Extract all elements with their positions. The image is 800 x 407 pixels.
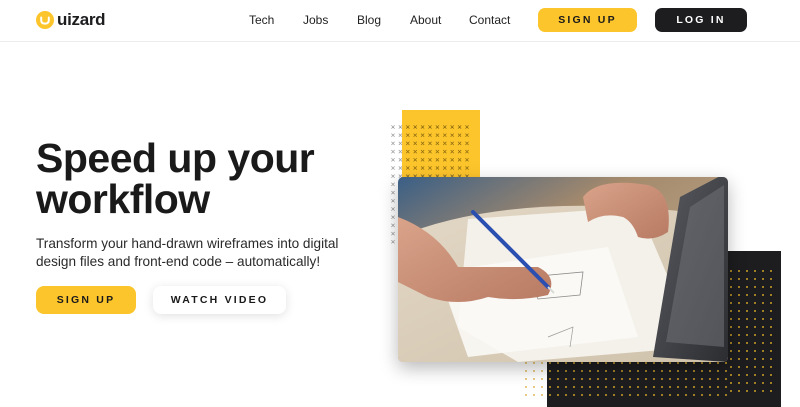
decorative-dot-pattern-bottom (525, 362, 727, 396)
nav-login-button[interactable]: LOG IN (655, 8, 747, 32)
brand-name: uizard (57, 10, 106, 29)
nav-signup-button[interactable]: SIGN UP (538, 8, 637, 32)
nav-link-tech[interactable]: Tech (249, 13, 274, 27)
nav-link-about[interactable]: About (410, 13, 441, 27)
hero-subtitle-line-1: Transform your hand-drawn wireframes int… (36, 236, 339, 251)
hero-signup-button[interactable]: SIGN UP (36, 286, 136, 314)
uizard-logo[interactable]: uizard (36, 9, 106, 31)
watch-video-button[interactable]: WATCH VIDEO (153, 286, 286, 314)
hero-title: Speed up your workflow (36, 138, 366, 220)
decorative-dot-pattern-right (730, 270, 772, 392)
nav-link-jobs[interactable]: Jobs (303, 13, 328, 27)
hero-title-line-1: Speed up your (36, 135, 315, 181)
hero-subtitle-line-2: design files and front-end code – automa… (36, 253, 321, 269)
hero-title-line-2: workflow (36, 176, 210, 222)
hero-subtitle: Transform your hand-drawn wireframes int… (36, 235, 356, 270)
uizard-logo-icon (36, 11, 54, 29)
top-navbar: uizard Tech Jobs Blog About Contact SIGN… (0, 0, 800, 42)
nav-link-contact[interactable]: Contact (469, 13, 510, 27)
hand-sketching-wireframe-photo (398, 177, 728, 362)
nav-link-blog[interactable]: Blog (357, 13, 381, 27)
